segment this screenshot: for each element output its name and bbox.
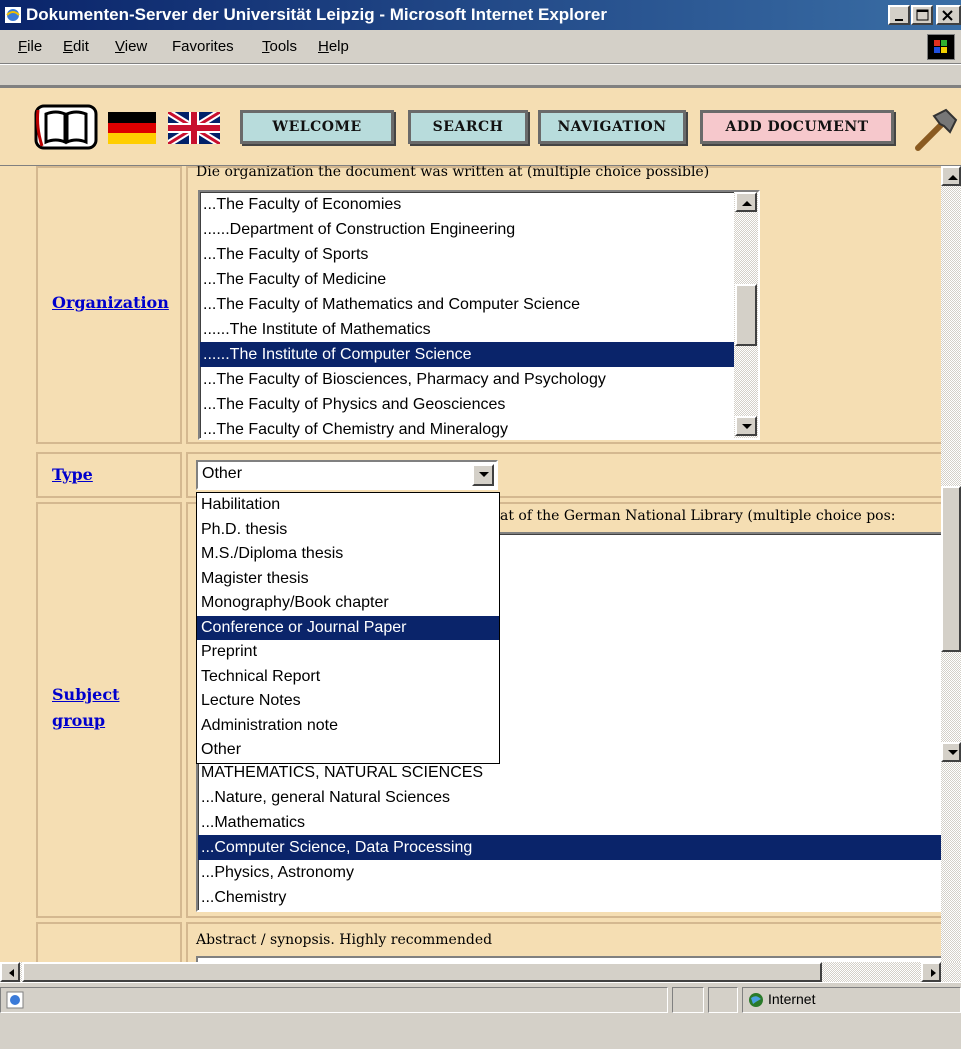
welcome-button[interactable]: WELCOME [240, 110, 394, 144]
menu-file[interactable]: File [18, 38, 42, 55]
organization-label[interactable]: Organization [52, 290, 169, 316]
arrow-down-icon [948, 750, 958, 755]
type-label-cell: Type [36, 452, 182, 498]
subject-group-label-cell: Subject group [36, 502, 182, 918]
arrow-left-icon [9, 969, 14, 977]
subject-option[interactable]: ...Chemistry [198, 885, 954, 910]
close-icon [942, 10, 953, 21]
status-zone-label: Internet [768, 991, 816, 1007]
menu-tools[interactable]: Tools [262, 38, 297, 55]
type-option[interactable]: Ph.D. thesis [197, 518, 499, 543]
type-option[interactable]: Monography/Book chapter [197, 591, 499, 616]
type-option[interactable]: Preprint [197, 640, 499, 665]
chevron-down-icon [479, 472, 489, 477]
scroll-thumb[interactable] [735, 284, 757, 346]
hammer-icon[interactable] [914, 106, 958, 152]
organization-hint: Die organization the document was writte… [196, 166, 710, 180]
page-vertical-scrollbar[interactable] [941, 166, 961, 962]
page-scroll-right-button[interactable] [921, 962, 941, 982]
menu-view[interactable]: View [115, 38, 147, 55]
add-document-button[interactable]: ADD DOCUMENT [700, 110, 894, 144]
organization-option[interactable]: ...The Faculty of Biosciences, Pharmacy … [200, 367, 758, 392]
organization-option-selected[interactable]: ......The Institute of Computer Science [200, 342, 758, 367]
organization-option[interactable]: ...The Faculty of Mathematics and Comput… [200, 292, 758, 317]
subject-option-selected[interactable]: ...Computer Science, Data Processing [198, 835, 954, 860]
organization-option[interactable]: ...The Faculty of Medicine [200, 267, 758, 292]
page-hscroll-thumb[interactable] [22, 962, 822, 982]
type-select-value: Other [202, 465, 243, 482]
organization-label-cell: Organization [36, 166, 182, 444]
page-horizontal-scrollbar[interactable] [0, 962, 961, 982]
subject-option[interactable]: ...Nature, general Natural Sciences [198, 785, 954, 810]
german-flag-icon[interactable] [108, 112, 156, 144]
organization-option[interactable]: ...The Faculty of Physics and Geoscience… [200, 392, 758, 417]
globe-icon [749, 993, 763, 1007]
arrow-up-icon [742, 201, 752, 206]
maximize-button[interactable] [911, 5, 933, 25]
uk-flag-icon[interactable] [168, 112, 220, 144]
page-scroll-down-button[interactable] [941, 742, 961, 762]
subject-group-hint: at of the German National Library (multi… [500, 508, 896, 524]
menu-help[interactable]: Help [318, 38, 349, 55]
search-button[interactable]: SEARCH [408, 110, 528, 144]
minimize-icon [895, 19, 903, 21]
minimize-button[interactable] [888, 5, 910, 25]
page-scroll-left-button[interactable] [0, 962, 20, 982]
type-option-highlighted[interactable]: Conference or Journal Paper [197, 615, 499, 640]
arrow-up-icon [948, 175, 958, 180]
type-select[interactable]: Other [196, 460, 498, 490]
navigation-button[interactable]: NAVIGATION [538, 110, 686, 144]
organization-scrollbar[interactable] [734, 192, 758, 438]
organization-option[interactable]: ......Department of Construction Enginee… [200, 217, 758, 242]
organization-option[interactable]: ...The Faculty of Sports [200, 242, 758, 267]
type-option[interactable]: Other [197, 738, 499, 763]
toolbar-strip [0, 64, 961, 86]
type-dropdown-list[interactable]: Habilitation Ph.D. thesis M.S./Diploma t… [196, 492, 500, 764]
status-pane-progress [672, 987, 704, 1013]
windows-logo-icon [927, 34, 955, 60]
page-scroll-up-button[interactable] [941, 166, 961, 186]
type-select-dropdown-button[interactable] [472, 464, 494, 486]
type-option[interactable]: M.S./Diploma thesis [197, 542, 499, 567]
menu-edit[interactable]: Edit [63, 38, 89, 55]
page-scroll-thumb[interactable] [941, 486, 961, 652]
page-content: Organization Die organization the docume… [0, 166, 961, 982]
type-option[interactable]: Lecture Notes [197, 689, 499, 714]
status-text-pane [0, 987, 668, 1013]
status-pane-security [708, 987, 738, 1013]
status-bar: Internet [0, 982, 961, 1049]
subject-option[interactable]: ...Mathematics [198, 810, 954, 835]
subject-option[interactable]: ...Physics, Astronomy [198, 860, 954, 885]
type-option[interactable]: Habilitation [197, 493, 499, 518]
organization-option[interactable]: ...The Faculty of Chemistry and Mineralo… [200, 417, 758, 438]
menu-bar: File Edit View Favorites Tools Help [0, 30, 961, 64]
subject-group-label-line1[interactable]: Subject [52, 682, 119, 708]
menu-favorites[interactable]: Favorites [172, 38, 234, 55]
subject-group-label-line2[interactable]: group [52, 708, 105, 734]
scroll-down-button[interactable] [735, 416, 757, 436]
window-title: Dokumenten-Server der Universität Leipzi… [26, 5, 607, 24]
site-header: WELCOME SEARCH NAVIGATION ADD DOCUMENT [0, 86, 961, 166]
maximize-icon [916, 9, 929, 21]
organization-option[interactable]: ......The Institute of Mathematics [200, 317, 758, 342]
organization-listbox[interactable]: ...The Faculty of Economies ......Depart… [198, 190, 760, 440]
ie-page-icon [5, 7, 21, 23]
type-option[interactable]: Magister thesis [197, 567, 499, 592]
abstract-hint: Abstract / synopsis. Highly recommended [196, 932, 493, 948]
arrow-down-icon [742, 424, 752, 429]
close-button[interactable] [936, 5, 961, 25]
type-label[interactable]: Type [52, 462, 93, 488]
book-icon[interactable] [34, 102, 98, 152]
type-option[interactable]: Technical Report [197, 665, 499, 690]
scroll-up-button[interactable] [735, 192, 757, 212]
organization-option[interactable]: ...The Faculty of Economies [200, 192, 758, 217]
arrow-right-icon [931, 969, 936, 977]
type-option[interactable]: Administration note [197, 714, 499, 739]
title-bar: Dokumenten-Server der Universität Leipzi… [0, 0, 961, 30]
organization-field-cell: Die organization the document was writte… [186, 166, 961, 444]
